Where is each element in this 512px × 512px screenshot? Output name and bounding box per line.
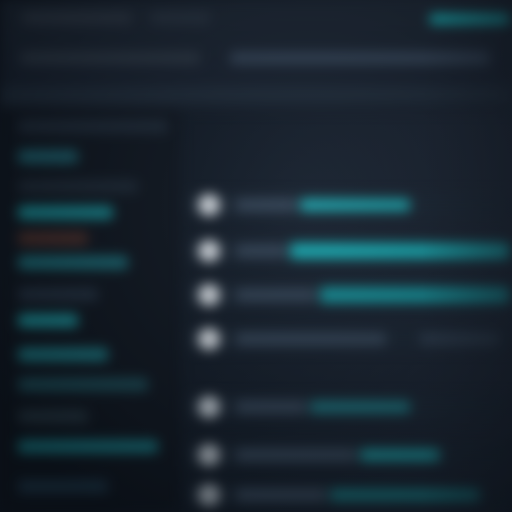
sidebar-item[interactable] — [18, 288, 98, 301]
sidebar-item[interactable] — [18, 206, 113, 219]
circle-bullet-icon — [198, 328, 220, 350]
list-row-text — [236, 245, 286, 257]
circle-bullet-icon — [198, 396, 220, 418]
list-row-text — [236, 401, 306, 413]
list-row-text — [236, 489, 326, 501]
header-menu-placeholder — [150, 12, 210, 24]
circle-bullet-icon — [198, 240, 220, 262]
sidebar-item[interactable] — [18, 256, 128, 269]
sidebar-item[interactable] — [18, 378, 148, 391]
toolbar-placeholder — [20, 52, 200, 64]
app-window — [0, 0, 512, 512]
circle-bullet-icon — [198, 444, 220, 466]
edge-fade — [422, 0, 512, 512]
list-row-text — [236, 449, 356, 461]
sidebar-item[interactable] — [18, 480, 108, 493]
sidebar-item[interactable] — [18, 180, 138, 193]
list-row-text — [236, 199, 296, 211]
circle-bullet-icon — [198, 284, 220, 306]
sidebar-item[interactable] — [18, 314, 78, 327]
sidebar — [0, 110, 180, 512]
list-row-highlight — [310, 401, 410, 413]
list-row-highlight — [300, 199, 410, 211]
list-row-text — [236, 289, 316, 301]
circle-bullet-icon — [198, 194, 220, 216]
sidebar-item[interactable] — [18, 150, 78, 163]
sidebar-item[interactable] — [18, 410, 88, 423]
sidebar-item[interactable] — [18, 232, 88, 245]
circle-bullet-icon — [198, 484, 220, 506]
sidebar-item[interactable] — [18, 440, 158, 453]
sidebar-item[interactable] — [18, 348, 108, 361]
header-title-placeholder — [22, 12, 132, 24]
list-row-text — [236, 333, 386, 345]
sidebar-item[interactable] — [18, 120, 168, 133]
